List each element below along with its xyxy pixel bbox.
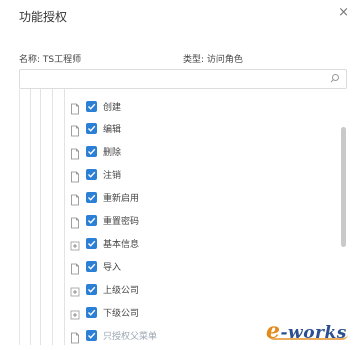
expand-plus-icon[interactable]: [70, 306, 80, 320]
tree-node-label: 重置密码: [103, 216, 140, 227]
role-type-label: 类型: 访问角色: [183, 55, 243, 65]
file-icon: [70, 168, 80, 183]
tree-node[interactable]: 删除: [70, 143, 122, 160]
search-box: [19, 69, 347, 89]
checkbox[interactable]: [86, 191, 97, 203]
tree-node[interactable]: 上级公司: [70, 281, 139, 297]
tree-node-label: 下级公司: [103, 308, 140, 319]
watermark-swoosh: [268, 334, 348, 340]
tree-node-label: 只授权父菜单: [103, 331, 158, 342]
file-icon: [70, 329, 80, 344]
tree-node[interactable]: 注销: [70, 166, 122, 183]
expand-plus-icon[interactable]: [70, 283, 80, 297]
tree-node-label: 编辑: [103, 124, 122, 135]
tree-node-label: 导入: [103, 262, 122, 273]
tree-scrollbar[interactable]: [341, 127, 346, 247]
function-authorization-dialog: 功能授权 × 名称: TS工程师 类型: 访问角色 创建编辑删除注销重新启用重置…: [0, 0, 361, 350]
tree-node[interactable]: 重置密码: [70, 212, 140, 229]
tree-node[interactable]: 创建: [70, 98, 122, 115]
tree-guide-line: [52, 89, 53, 345]
tree-guide-line: [30, 89, 31, 345]
checkbox[interactable]: [86, 100, 97, 112]
checkbox[interactable]: [86, 329, 97, 341]
file-icon: [70, 100, 80, 115]
file-icon: [70, 191, 80, 206]
checkbox[interactable]: [86, 237, 97, 249]
tree-node-label: 重新启用: [103, 193, 140, 204]
search-input[interactable]: [26, 72, 320, 88]
checkbox[interactable]: [86, 122, 97, 134]
role-name-label: 名称: TS工程师: [19, 55, 82, 65]
tree-node[interactable]: 基本信息: [70, 235, 139, 251]
checkbox[interactable]: [86, 283, 97, 295]
file-icon: [70, 145, 80, 160]
checkbox[interactable]: [86, 214, 97, 226]
checkbox[interactable]: [86, 145, 97, 157]
tree-node[interactable]: 编辑: [70, 120, 122, 137]
tree-node[interactable]: 下级公司: [70, 304, 139, 320]
tree-guide-line: [64, 89, 65, 345]
tree-node-label: 创建: [103, 102, 122, 113]
expand-plus-icon[interactable]: [70, 237, 80, 251]
tree-node[interactable]: 重新启用: [70, 189, 140, 206]
dialog-title: 功能授权: [19, 10, 68, 24]
file-icon: [70, 260, 80, 275]
e-works-watermark-logo: e-works: [266, 318, 347, 344]
checkbox[interactable]: [86, 168, 97, 180]
tree-node-label: 删除: [103, 147, 122, 158]
file-icon: [70, 214, 80, 229]
file-icon: [70, 122, 80, 137]
tree-node[interactable]: 导入: [70, 258, 122, 275]
tree-node-label: 上级公司: [103, 285, 140, 296]
tree-guide-line: [40, 89, 41, 345]
checkbox[interactable]: [86, 306, 97, 318]
search-icon[interactable]: [330, 73, 340, 83]
checkbox[interactable]: [86, 260, 97, 272]
tree-node-label: 注销: [103, 170, 122, 181]
close-icon[interactable]: ×: [338, 6, 349, 19]
tree-node[interactable]: 只授权父菜单: [70, 327, 158, 344]
tree-node-label: 基本信息: [103, 239, 140, 250]
permission-tree: 创建编辑删除注销重新启用重置密码基本信息导入上级公司下级公司只授权父菜单: [19, 89, 348, 345]
